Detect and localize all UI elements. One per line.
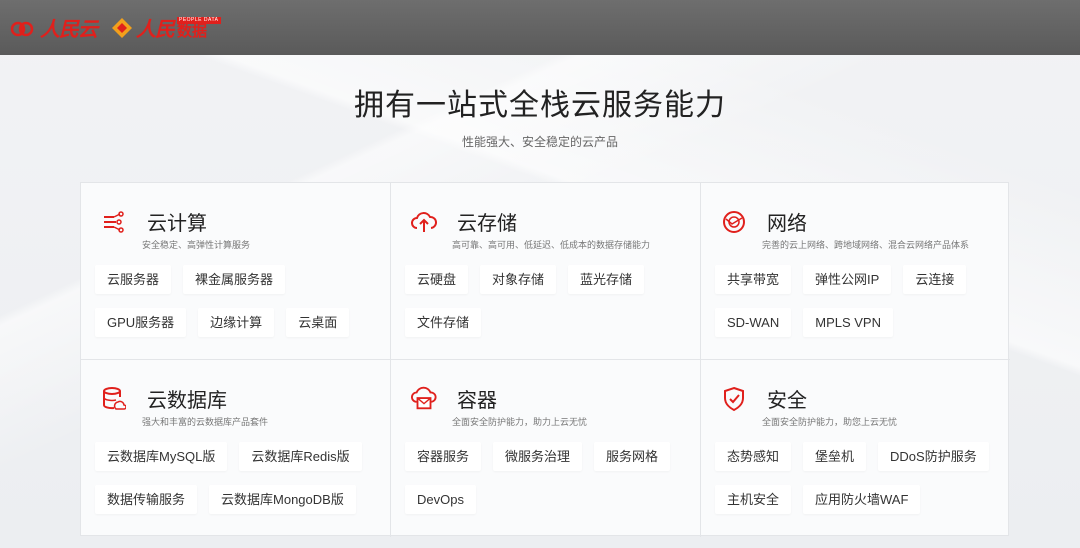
product-card-container: 容器 全面安全防护能力，助力上云无忧 容器服务 微服务治理 服务网格 DevOp…	[391, 360, 701, 537]
tag-bare-metal[interactable]: 裸金属服务器	[183, 265, 286, 294]
tag-mongodb[interactable]: 云数据库MongoDB版	[209, 485, 356, 514]
product-desc: 完善的云上网络、跨地域网络、混合云网络产品体系	[762, 240, 970, 250]
tag-bastion-host[interactable]: 堡垒机	[803, 442, 867, 471]
product-card-network: 网络 完善的云上网络、跨地域网络、混合云网络产品体系 共享带宽 弹性公网IP 云…	[701, 183, 1010, 360]
tag-data-transfer[interactable]: 数据传输服务	[95, 485, 198, 514]
tag-list: 态势感知 堡垒机 DDoS防护服务 主机安全 应用防火墙WAF	[715, 442, 1010, 528]
globe-network-icon	[721, 209, 747, 235]
logo1-text: 人民云	[40, 17, 98, 41]
product-grid: 云计算 安全稳定、高弹性计算服务 云服务器 裸金属服务器 GPU服务器 边缘计算…	[80, 182, 1010, 537]
page-subtitle: 性能强大、安全稳定的云产品	[461, 135, 618, 149]
product-title: 安全	[767, 390, 807, 412]
logo2-text: 人民	[136, 17, 175, 41]
tag-sd-wan[interactable]: SD-WAN	[715, 308, 792, 337]
tag-object-storage[interactable]: 对象存储	[480, 265, 557, 294]
tag-cloud-disk[interactable]: 云硬盘	[405, 265, 469, 294]
people-data-logo[interactable]: 人民 PEOPLE DATA 数据	[111, 13, 221, 42]
diamond-icon	[111, 17, 133, 39]
tag-cloud-server[interactable]: 云服务器	[95, 265, 172, 294]
tag-list: 容器服务 微服务治理 服务网格 DevOps	[405, 442, 700, 528]
product-title: 云存储	[457, 213, 517, 235]
product-desc: 高可靠、高可用、低延迟、低成本的数据存储能力	[452, 240, 651, 250]
tag-situation-awareness[interactable]: 态势感知	[715, 442, 792, 471]
tag-cloud-desktop[interactable]: 云桌面	[286, 308, 350, 337]
tag-mpls-vpn[interactable]: MPLS VPN	[803, 308, 893, 337]
tag-edge-compute[interactable]: 边缘计算	[198, 308, 275, 337]
product-card-compute: 云计算 安全稳定、高弹性计算服务 云服务器 裸金属服务器 GPU服务器 边缘计算…	[81, 183, 391, 360]
tag-microservice[interactable]: 微服务治理	[493, 442, 583, 471]
tag-devops[interactable]: DevOps	[405, 485, 476, 514]
shield-check-icon	[721, 386, 747, 412]
top-bar: 人民云 人民 PEOPLE DATA 数据	[0, 0, 1080, 55]
product-title: 容器	[457, 390, 497, 412]
tag-container-service[interactable]: 容器服务	[405, 442, 482, 471]
tag-elastic-ip[interactable]: 弹性公网IP	[803, 265, 892, 294]
product-desc: 全面安全防护能力，助力上云无忧	[452, 417, 588, 427]
product-desc: 强大和丰富的云数据库产品套件	[142, 417, 269, 427]
logo2-sub: 数据	[177, 22, 208, 40]
cloud-upload-icon	[411, 209, 437, 235]
tag-redis[interactable]: 云数据库Redis版	[239, 442, 362, 471]
product-title: 云计算	[147, 213, 207, 235]
people-cloud-logo[interactable]: 人民云	[10, 13, 98, 42]
tag-list: 共享带宽 弹性公网IP 云连接 SD-WAN MPLS VPN	[715, 265, 1010, 351]
compute-icon	[101, 209, 127, 235]
product-title: 网络	[767, 213, 807, 235]
tag-list: 云服务器 裸金属服务器 GPU服务器 边缘计算 云桌面	[95, 265, 390, 351]
tag-list: 云硬盘 对象存储 蓝光存储 文件存储	[405, 265, 700, 351]
product-card-storage: 云存储 高可靠、高可用、低延迟、低成本的数据存储能力 云硬盘 对象存储 蓝光存储…	[391, 183, 701, 360]
tag-gpu-server[interactable]: GPU服务器	[95, 308, 187, 337]
cloud-swirl-icon	[10, 18, 36, 38]
database-icon	[101, 386, 127, 412]
logo2-sub-block: PEOPLE DATA 数据	[177, 16, 221, 40]
tag-shared-bandwidth[interactable]: 共享带宽	[715, 265, 792, 294]
product-card-security: 安全 全面安全防护能力，助您上云无忧 态势感知 堡垒机 DDoS防护服务 主机安…	[701, 360, 1010, 537]
tag-host-security[interactable]: 主机安全	[715, 485, 792, 514]
tag-waf[interactable]: 应用防火墙WAF	[803, 485, 921, 514]
product-desc: 全面安全防护能力，助您上云无忧	[762, 417, 898, 427]
page-title: 拥有一站式全栈云服务能力	[354, 89, 726, 122]
tag-list: 云数据库MySQL版 云数据库Redis版 数据传输服务 云数据库MongoDB…	[95, 442, 390, 528]
product-title: 云数据库	[147, 390, 227, 412]
tag-cloud-connect[interactable]: 云连接	[903, 265, 967, 294]
tag-mysql[interactable]: 云数据库MySQL版	[95, 442, 228, 471]
container-cloud-icon	[411, 386, 437, 412]
tag-service-mesh[interactable]: 服务网格	[594, 442, 671, 471]
product-card-database: 云数据库 强大和丰富的云数据库产品套件 云数据库MySQL版 云数据库Redis…	[81, 360, 391, 537]
tag-bluray-storage[interactable]: 蓝光存储	[568, 265, 645, 294]
tag-ddos-protection[interactable]: DDoS防护服务	[878, 442, 989, 471]
product-desc: 安全稳定、高弹性计算服务	[142, 240, 251, 250]
tag-file-storage[interactable]: 文件存储	[405, 308, 482, 337]
